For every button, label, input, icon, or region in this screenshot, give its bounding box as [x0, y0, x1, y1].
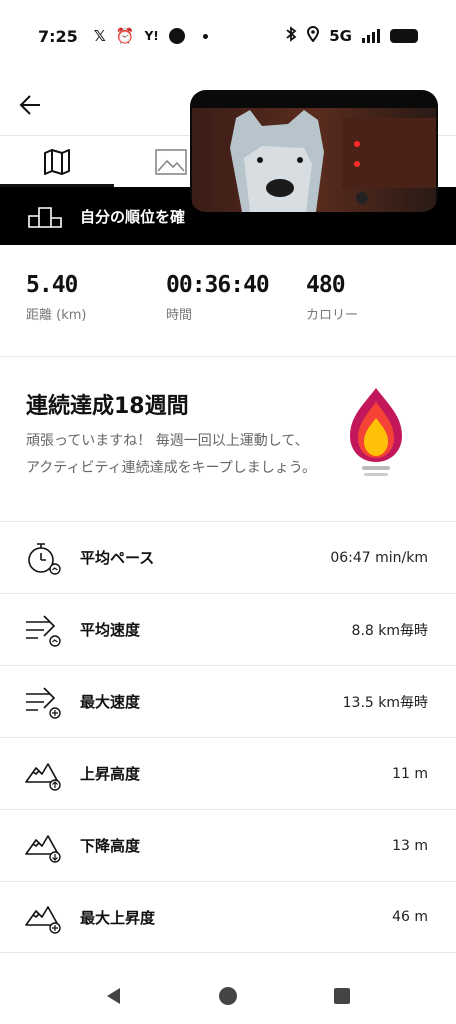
dot-icon [202, 33, 208, 39]
video-pip[interactable] [190, 90, 438, 212]
stat-distance: 5.40 距離 (km) [26, 272, 86, 323]
streak-card: 連続達成18週間 頑張っていますね！ 毎週一回以上運動して、アクティビティ連続達… [0, 356, 456, 521]
battery-icon [390, 29, 418, 43]
metric-value: 13 m [392, 837, 428, 854]
stat-duration-value: 00:36:40 [166, 272, 270, 298]
metric-label: 最大速度 [80, 693, 141, 711]
yahoo-icon: Y! [144, 29, 159, 43]
bluetooth-icon [285, 26, 297, 46]
stopwatch-icon [28, 542, 61, 575]
streak-description: 頑張っていますね！ 毎週一回以上運動して、アクティビティ連続達成をキープしましょ… [26, 433, 316, 476]
metric-row-max-elevation[interactable]: 最大上昇度 46 m [0, 881, 456, 953]
alarm-icon: ⏰ [115, 27, 135, 45]
flame-trophy-icon [350, 388, 402, 476]
stat-calories-label: カロリー [306, 308, 359, 323]
streak-title: 連続達成18週間 [26, 394, 189, 419]
summary-stats: 5.40 距離 (km) 00:36:40 時間 480 カロリー [0, 272, 456, 356]
speed-avg-icon [26, 614, 61, 647]
metric-row-elevation-gain[interactable]: 上昇高度 11 m [0, 737, 456, 809]
metric-value: 06:47 min/km [330, 549, 428, 566]
metric-value: 8.8 km毎時 [351, 622, 428, 639]
signal-icon [362, 29, 380, 43]
elevation-loss-icon [25, 834, 61, 863]
stat-duration: 00:36:40 時間 [166, 272, 270, 323]
metric-label: 最大上昇度 [80, 908, 156, 927]
metric-label: 平均速度 [80, 621, 141, 639]
stat-duration-label: 時間 [166, 308, 193, 323]
circle-icon [168, 28, 185, 44]
banner-label: 自分の順位を確 [80, 207, 186, 226]
video-frame-image [192, 108, 436, 212]
metric-row-avg-pace[interactable]: 平均ペース 06:47 min/km [0, 521, 456, 593]
tab-map[interactable] [0, 137, 114, 187]
back-arrow-icon [19, 95, 40, 115]
metric-row-elevation-loss[interactable]: 下降高度 13 m [0, 809, 456, 881]
stat-calories-value: 480 [306, 272, 346, 298]
speed-max-icon [26, 686, 61, 719]
nav-recents-icon[interactable] [332, 986, 352, 1006]
x-icon: 𝕏 [93, 27, 106, 45]
metric-label: 平均ペース [80, 549, 155, 567]
location-icon [307, 26, 320, 46]
elevation-gain-icon [25, 762, 61, 791]
image-icon [155, 149, 187, 175]
stat-distance-value: 5.40 [26, 272, 78, 298]
map-icon [44, 149, 70, 175]
metric-label: 上昇高度 [80, 765, 141, 783]
nav-home-icon[interactable] [218, 986, 238, 1006]
stat-distance-label: 距離 (km) [26, 308, 87, 323]
nav-back-icon[interactable] [104, 986, 124, 1006]
metric-label: 下降高度 [80, 837, 141, 855]
stat-calories: 480 カロリー [306, 272, 358, 323]
network-label: 5G [329, 27, 352, 45]
metric-value: 11 m [392, 765, 428, 782]
metric-value: 46 m [392, 909, 428, 925]
podium-icon [28, 207, 62, 228]
system-nav-bar [0, 958, 456, 1024]
status-bar: 7:25 𝕏 ⏰ Y! 5G [0, 0, 456, 72]
status-time: 7:25 [38, 26, 78, 46]
elevation-max-icon [25, 906, 61, 934]
metric-row-avg-speed[interactable]: 平均速度 8.8 km毎時 [0, 593, 456, 665]
metric-value: 13.5 km毎時 [342, 694, 428, 711]
metric-row-max-speed[interactable]: 最大速度 13.5 km毎時 [0, 665, 456, 737]
back-button[interactable] [16, 90, 46, 120]
